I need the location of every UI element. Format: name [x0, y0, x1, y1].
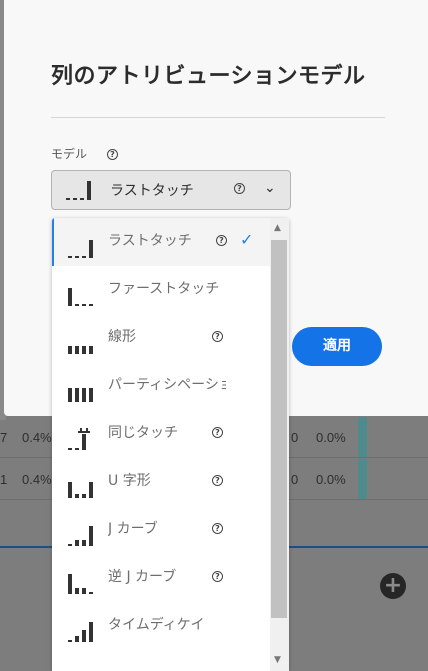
help-icon[interactable]: ? — [107, 149, 118, 160]
menu-item-label: U 字形 — [108, 473, 151, 489]
scroll-up-icon[interactable]: ▲ — [274, 223, 281, 233]
add-icon[interactable]: + — [380, 573, 406, 599]
j-curve-icon — [68, 524, 94, 550]
table-cell: 7 — [0, 430, 8, 445]
model-picker[interactable]: ラストタッチ ? ⌄ — [51, 170, 291, 210]
table-cell: 1 — [0, 472, 8, 487]
scrollbar-thumb[interactable] — [271, 240, 287, 618]
inverse-j-curve-icon — [68, 572, 94, 598]
time-decay-icon — [68, 620, 94, 646]
menu-item-u-shaped[interactable]: U 字形 ? — [52, 458, 270, 506]
model-label-text: モデル — [51, 147, 88, 161]
checkmark-icon: ✓ — [240, 230, 254, 249]
table-cell: 0.0% — [316, 472, 346, 487]
first-touch-icon — [68, 284, 94, 310]
table-cell: 0.4% — [22, 472, 52, 487]
model-field-label: モデル ? — [51, 145, 118, 162]
menu-item-label: ファーストタッチ — [108, 281, 220, 297]
menu-item-inverse-j-curve[interactable]: 逆 J カーブ ? — [52, 554, 270, 602]
help-icon[interactable]: ? — [216, 235, 227, 246]
same-touch-icon — [68, 428, 94, 454]
table-cell: 0.4% — [22, 430, 52, 445]
menu-item-label: J カーブ — [108, 521, 158, 537]
help-icon[interactable]: ? — [234, 183, 245, 194]
picker-value: ラストタッチ — [110, 183, 194, 199]
table-cell: 0.0% — [316, 430, 346, 445]
u-shaped-icon — [68, 476, 94, 502]
menu-item-participation[interactable]: パーティシペーション — [52, 362, 270, 410]
menu-item-label: ラストタッチ — [108, 233, 192, 249]
bar-cell — [358, 417, 367, 457]
menu-item-label: 線形 — [108, 329, 136, 345]
dialog-title: 列のアトリビューションモデル — [51, 64, 366, 89]
menu-item-first-touch[interactable]: ファーストタッチ — [52, 266, 270, 314]
apply-button[interactable]: 適用 — [292, 327, 382, 366]
menu-item-same-touch[interactable]: 同じタッチ ? — [52, 410, 270, 458]
help-icon[interactable]: ? — [212, 571, 223, 582]
help-icon[interactable]: ? — [212, 523, 223, 534]
linear-icon — [68, 332, 94, 358]
table-cell: 0 — [291, 472, 299, 487]
title-divider — [51, 117, 385, 118]
menu-item-label: タイムディケイ — [108, 617, 205, 633]
help-icon[interactable]: ? — [212, 427, 223, 438]
help-icon[interactable]: ? — [212, 475, 223, 486]
table-cell: 0 — [291, 430, 299, 445]
menu-item-linear[interactable]: 線形 ? — [52, 314, 270, 362]
last-touch-icon — [68, 236, 94, 262]
bar-cell — [358, 459, 367, 499]
menu-item-label: パーティシペーション — [108, 377, 226, 393]
participation-icon — [68, 380, 94, 406]
model-dropdown-menu: ラストタッチ ? ✓ ファーストタッチ 線形 ? パーティシペーション 同じタッ… — [52, 218, 289, 671]
menu-item-label: 同じタッチ — [108, 425, 178, 441]
menu-item-j-curve[interactable]: J カーブ ? — [52, 506, 270, 554]
menu-item-last-touch[interactable]: ラストタッチ ? ✓ — [52, 218, 270, 266]
chevron-down-icon: ⌄ — [264, 180, 276, 196]
help-icon[interactable]: ? — [212, 331, 223, 342]
last-touch-icon — [66, 181, 96, 201]
menu-item-time-decay[interactable]: タイムディケイ — [52, 602, 270, 650]
scroll-down-icon[interactable]: ▼ — [274, 655, 281, 665]
menu-item-label: 逆 J カーブ — [108, 569, 177, 585]
